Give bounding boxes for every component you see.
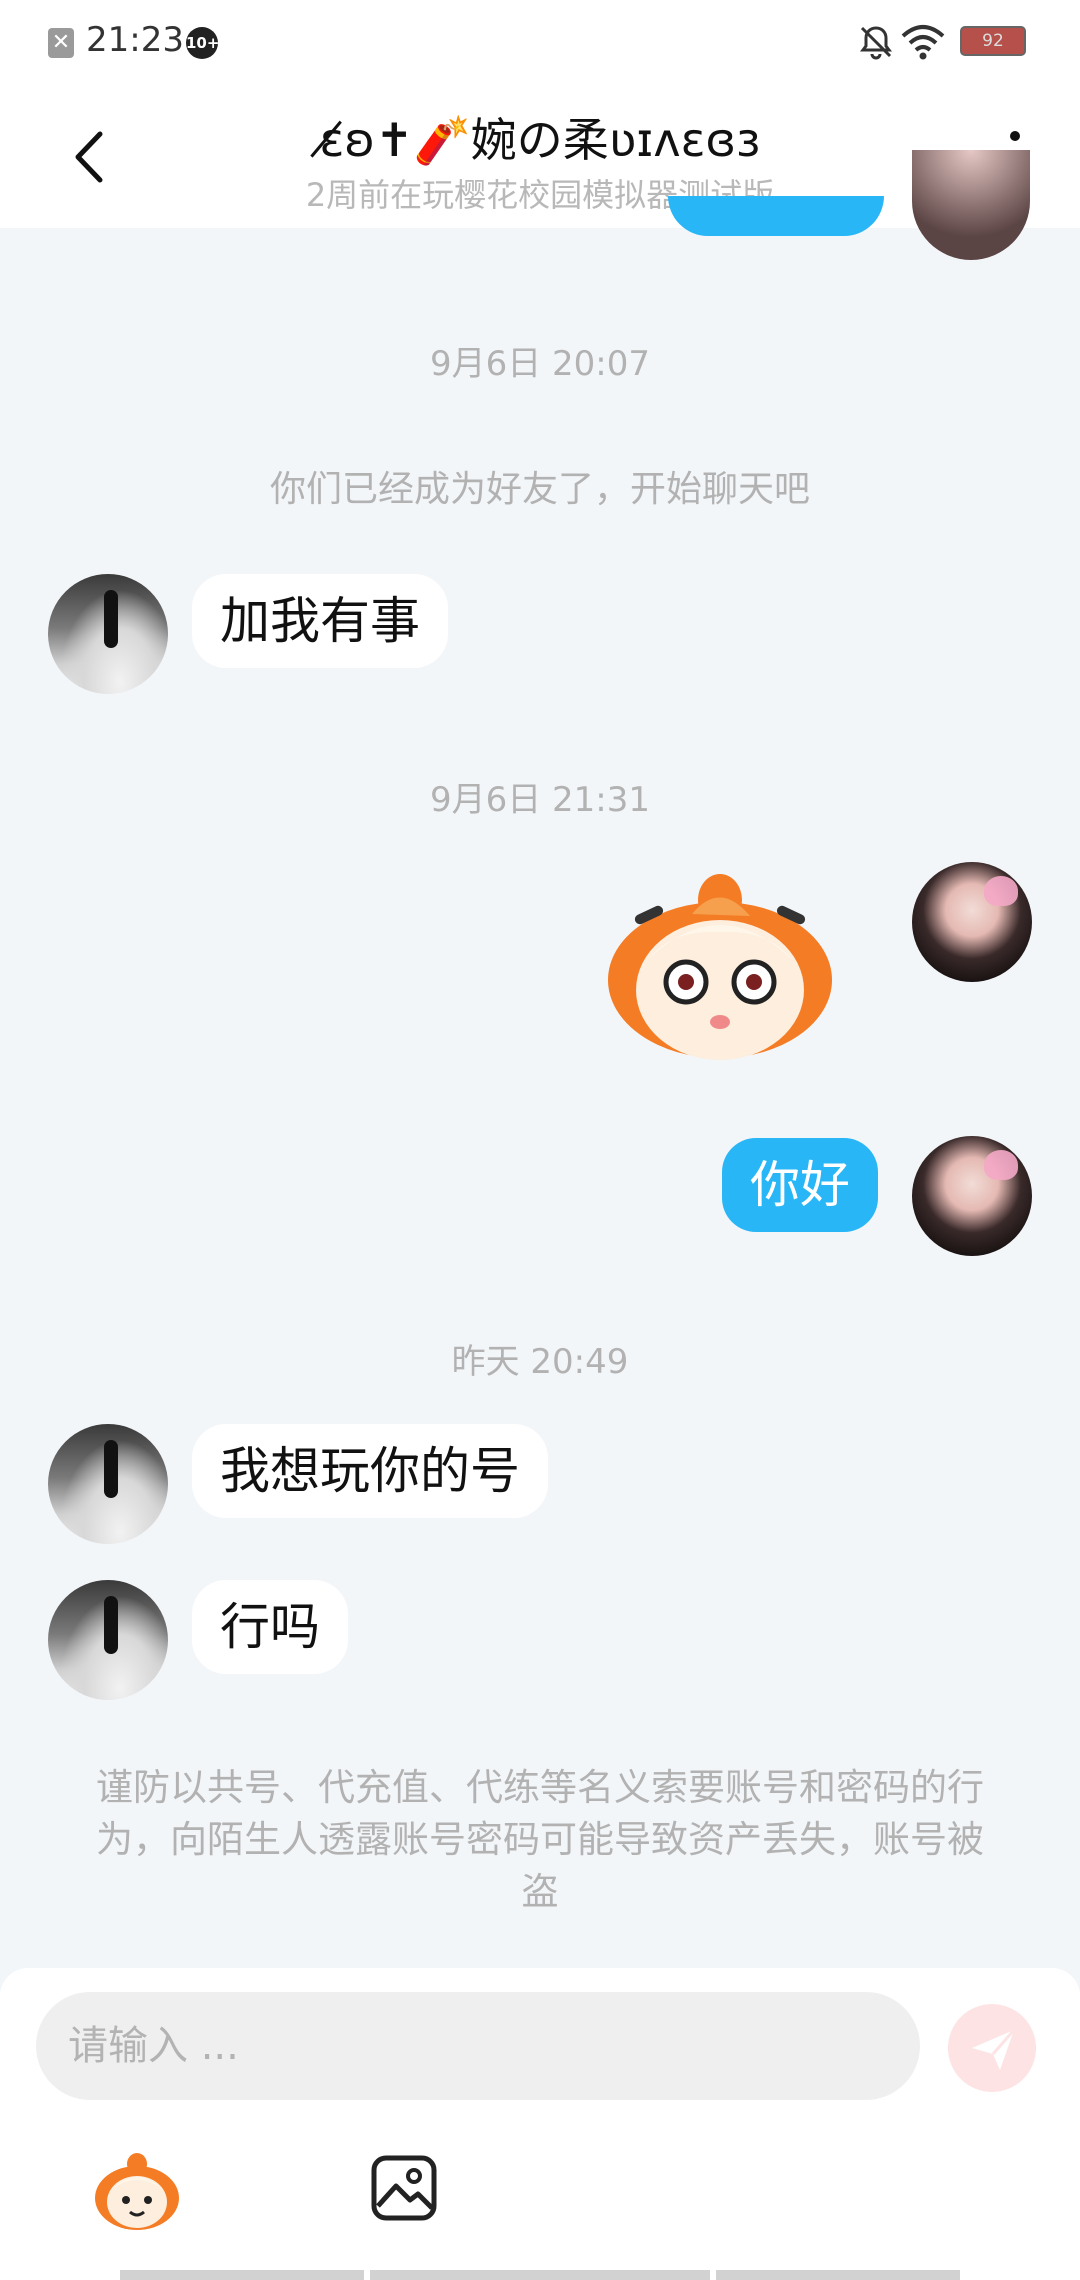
orange-hair-kid-face-sticker[interactable] [600, 870, 840, 1070]
gesture-bar-left [120, 2270, 364, 2280]
send-icon [972, 2029, 1016, 2070]
status-bar: ✕ 21:23 10+ 92 [0, 0, 1080, 82]
message-input[interactable] [36, 1992, 920, 2100]
emoji-sticker-icon[interactable] [92, 2152, 182, 2232]
gesture-bar-right [716, 2270, 960, 2280]
avatar-self[interactable] [912, 1136, 1032, 1256]
message-timestamp: 昨天 20:49 [451, 1342, 629, 1382]
avatar-other[interactable] [48, 574, 168, 694]
notification-badge: 10+ [186, 27, 219, 59]
status-time: 21:23 [86, 20, 184, 60]
back-arrow-icon[interactable] [60, 122, 124, 192]
message-timestamp: 9月6日 20:07 [429, 344, 651, 384]
close-notification-icon: ✕ [48, 28, 74, 58]
message-bubble-in[interactable]: 行吗 [192, 1580, 348, 1674]
composer [0, 1968, 1080, 2280]
bell-muted-icon [860, 26, 892, 60]
avatar-self[interactable] [912, 150, 1030, 260]
security-warning: 谨防以共号、代充值、代练等名义索要账号和密码的行为，向陌生人透露账号密码可能导致… [96, 1766, 984, 1913]
send-button[interactable] [948, 2004, 1036, 2092]
avatar-other[interactable] [48, 1424, 168, 1544]
avatar-other[interactable] [48, 1580, 168, 1700]
message-bubble-in[interactable]: 我想玩你的号 [192, 1424, 548, 1518]
wifi-icon [901, 25, 945, 60]
message-bubble-in[interactable]: 加我有事 [192, 574, 448, 668]
message-bubble-out[interactable]: 你好 [722, 1138, 878, 1232]
avatar-self[interactable] [912, 862, 1032, 982]
contact-name: ɛ̸ʚ✝︎🧨婉の柔ʋɪʌɛɞɜ [319, 113, 761, 167]
message-timestamp: 9月6日 21:31 [429, 780, 651, 820]
gesture-bar-center [370, 2270, 710, 2280]
message-bubble-partial [668, 196, 884, 236]
battery-icon: 92 [960, 26, 1026, 56]
friend-added-notice: 你们已经成为好友了，开始聊天吧 [269, 469, 810, 510]
image-picker-icon[interactable] [370, 2154, 438, 2222]
